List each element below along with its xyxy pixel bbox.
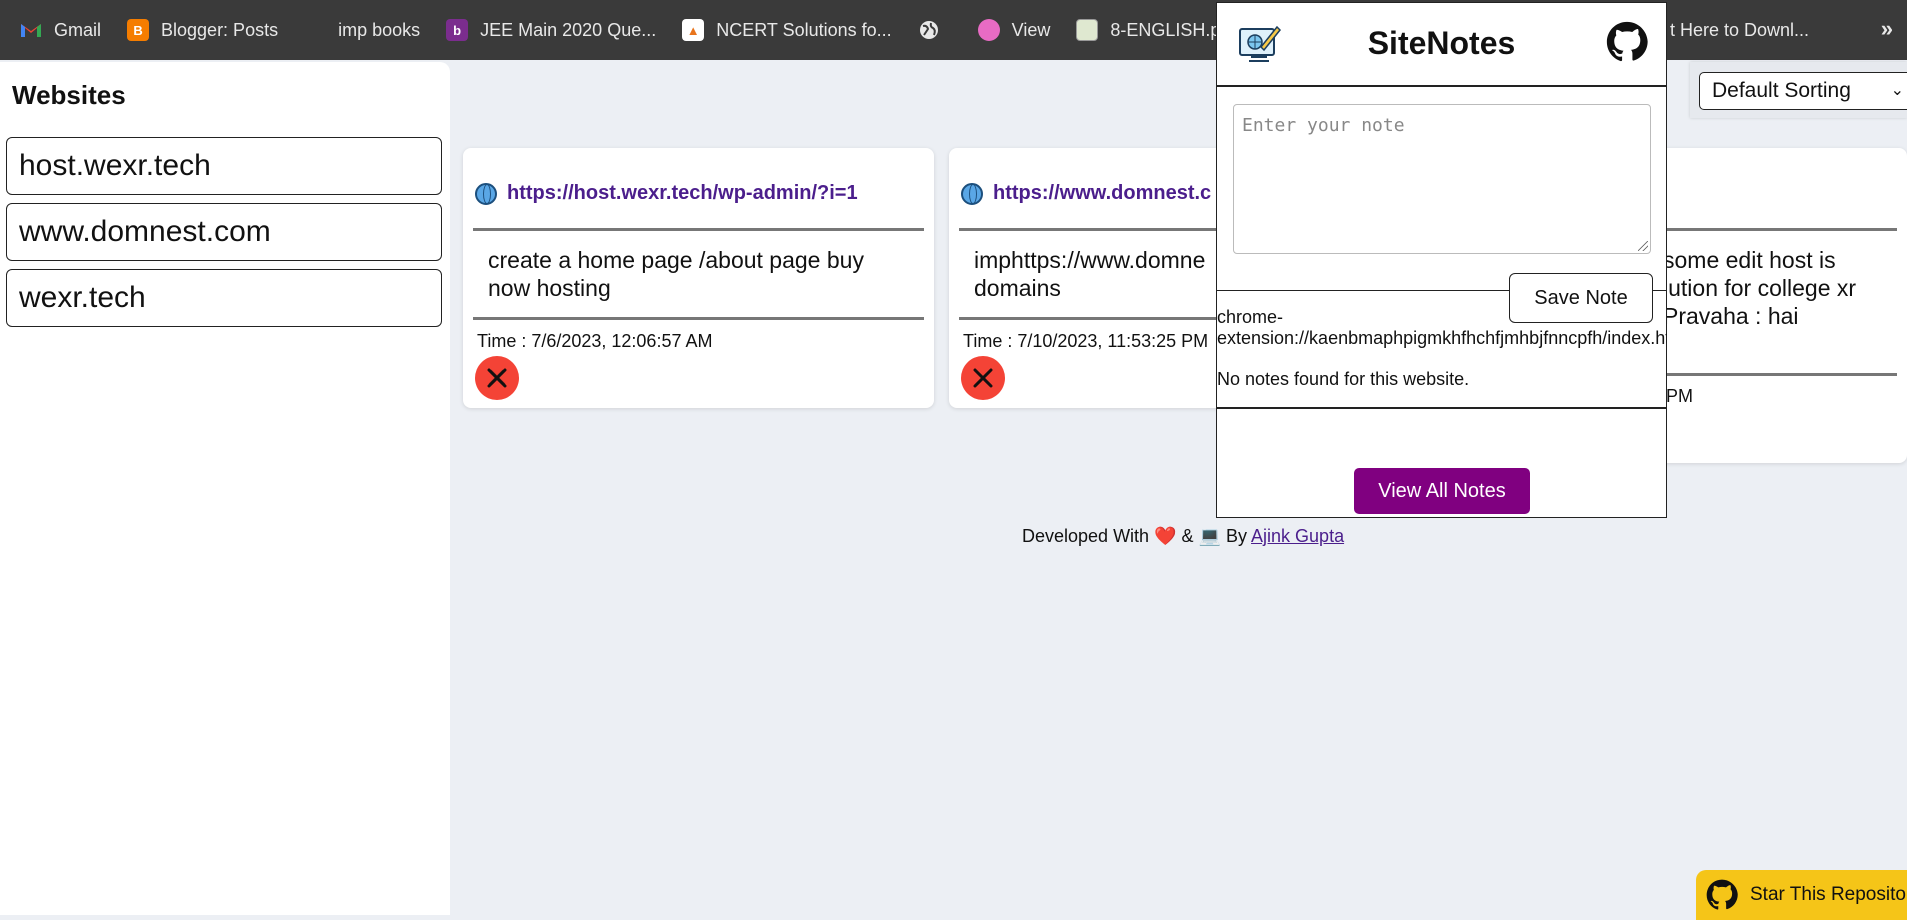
bookmark-view[interactable]: View <box>977 19 1051 41</box>
note-card: https://host.wexr.tech/wp-admin/?i=1 cre… <box>463 148 934 408</box>
star-repo-label: Star This Repositor <box>1750 884 1907 905</box>
card-url-link[interactable]: https://www.domnest.c <box>961 182 1211 205</box>
bookmark-imp-books[interactable]: imp books <box>304 19 420 41</box>
empty-notes-message: No notes found for this website. <box>1217 369 1470 389</box>
pink-circle-icon <box>977 19 1000 41</box>
resize-grip-icon[interactable] <box>1638 241 1648 251</box>
heart-icon: ❤️ <box>1154 526 1177 546</box>
card-divider <box>473 317 924 320</box>
card-note-text: imphttps://www.domne domains <box>974 247 1206 301</box>
sidebar-item-host-wexr-tech[interactable]: host.wexr.tech <box>6 137 442 195</box>
card-divider <box>473 228 924 231</box>
bookmark-gmail[interactable]: Gmail <box>20 19 101 41</box>
card-time: Time : 7/6/2023, 12:06:57 AM <box>477 331 713 351</box>
github-icon <box>1706 879 1738 910</box>
card-divider <box>959 317 1249 320</box>
card-note-text: some edit host is lution for college xr … <box>1663 247 1857 329</box>
sidebar-item-wexr-tech[interactable]: wexr.tech <box>6 269 442 327</box>
current-url: chrome- extension://kaenbmaphpigmkhfhchf… <box>1217 307 1667 349</box>
card-time: PM <box>1666 386 1693 406</box>
chevron-down-icon: ⌄ <box>1890 82 1904 99</box>
bookmark-label: JEE Main 2020 Que... <box>480 19 657 40</box>
sitenotes-popup: SiteNotes Enter your note Save Note chro… <box>1216 2 1667 518</box>
fox-icon: ▲ <box>682 19 705 41</box>
author-link[interactable]: Ajink Gupta <box>1251 526 1344 546</box>
card-url-link[interactable]: https://host.wexr.tech/wp-admin/?i=1 <box>475 182 858 205</box>
delete-note-button[interactable] <box>961 356 1005 400</box>
pdf-thumbnail-icon <box>1076 19 1099 41</box>
footer-by: By <box>1226 526 1248 546</box>
bookmark-globe[interactable] <box>918 19 952 41</box>
view-all-notes-button[interactable]: View All Notes <box>1354 468 1530 514</box>
note-card: https://www.domnest.c imphttps://www.dom… <box>949 148 1249 408</box>
card-divider <box>1660 228 1897 231</box>
bookmark-8-english[interactable]: 8-ENGLISH.pdf <box>1076 19 1235 41</box>
card-divider <box>959 228 1249 231</box>
card-url-text: https://www.domnest.c <box>993 182 1212 204</box>
footer-prefix: Developed With <box>1022 526 1150 546</box>
current-url-line: chrome- <box>1217 307 1284 327</box>
delete-note-button[interactable] <box>475 356 519 400</box>
laptop-icon: 💻 <box>1198 526 1221 546</box>
card-note-text: create a home page /about page buy now h… <box>488 247 864 301</box>
note-textarea-placeholder: Enter your note <box>1242 115 1405 136</box>
globe-icon <box>475 182 497 205</box>
popup-header: SiteNotes <box>1217 3 1666 87</box>
bookmark-label: imp books <box>338 19 421 40</box>
footer-amp: & <box>1181 526 1194 546</box>
bookmark-download[interactable]: t Here to Downl... <box>1670 20 1809 41</box>
blogger-icon: B <box>127 19 150 41</box>
gmail-icon <box>20 19 42 41</box>
bookmark-site-icon: b <box>446 19 469 41</box>
bookmark-label: NCERT Solutions fo... <box>716 19 892 40</box>
popup-title: SiteNotes <box>1367 25 1516 61</box>
card-url-text: https://host.wexr.tech/wp-admin/?i=1 <box>507 182 858 204</box>
card-divider <box>1660 373 1897 376</box>
popup-divider <box>1217 407 1666 409</box>
bookmark-jee-main[interactable]: b JEE Main 2020 Que... <box>446 19 656 41</box>
star-repo-button[interactable]: Star This Repositor <box>1696 870 1907 920</box>
sidebar-item-domnest[interactable]: www.domnest.com <box>6 203 442 261</box>
bookmark-blogger[interactable]: B Blogger: Posts <box>127 19 278 41</box>
bookmark-label: Gmail <box>54 19 102 40</box>
globe-icon <box>918 19 940 41</box>
websites-sidebar: Websites host.wexr.tech www.domnest.com … <box>0 62 450 915</box>
footer-credit: Developed With ❤️ & 💻 By Ajink Gupta <box>1022 526 1344 547</box>
sort-selected-value: Default Sorting <box>1712 79 1851 102</box>
sort-container: Default Sorting ⌄ <box>1690 62 1907 118</box>
bookmark-label: Blogger: Posts <box>161 19 279 40</box>
sort-select[interactable]: Default Sorting ⌄ <box>1699 72 1907 110</box>
current-url-line: extension://kaenbmaphpigmkhfhchfjmhbjfnn… <box>1217 328 1667 348</box>
card-time: Time : 7/10/2023, 11:53:25 PM <box>963 331 1209 351</box>
bookmark-ncert[interactable]: ▲ NCERT Solutions fo... <box>682 19 892 41</box>
note-textarea[interactable]: Enter your note <box>1233 104 1651 254</box>
close-icon <box>487 368 507 388</box>
github-icon[interactable] <box>1606 21 1648 63</box>
bookmark-label: View <box>1011 19 1051 40</box>
globe-icon <box>961 182 983 205</box>
sidebar-title: Websites <box>12 80 126 110</box>
bookmarks-overflow-icon[interactable]: » <box>1881 16 1893 42</box>
note-form: Enter your note <box>1217 87 1666 291</box>
close-icon <box>973 368 993 388</box>
blank-page-icon <box>304 19 326 41</box>
